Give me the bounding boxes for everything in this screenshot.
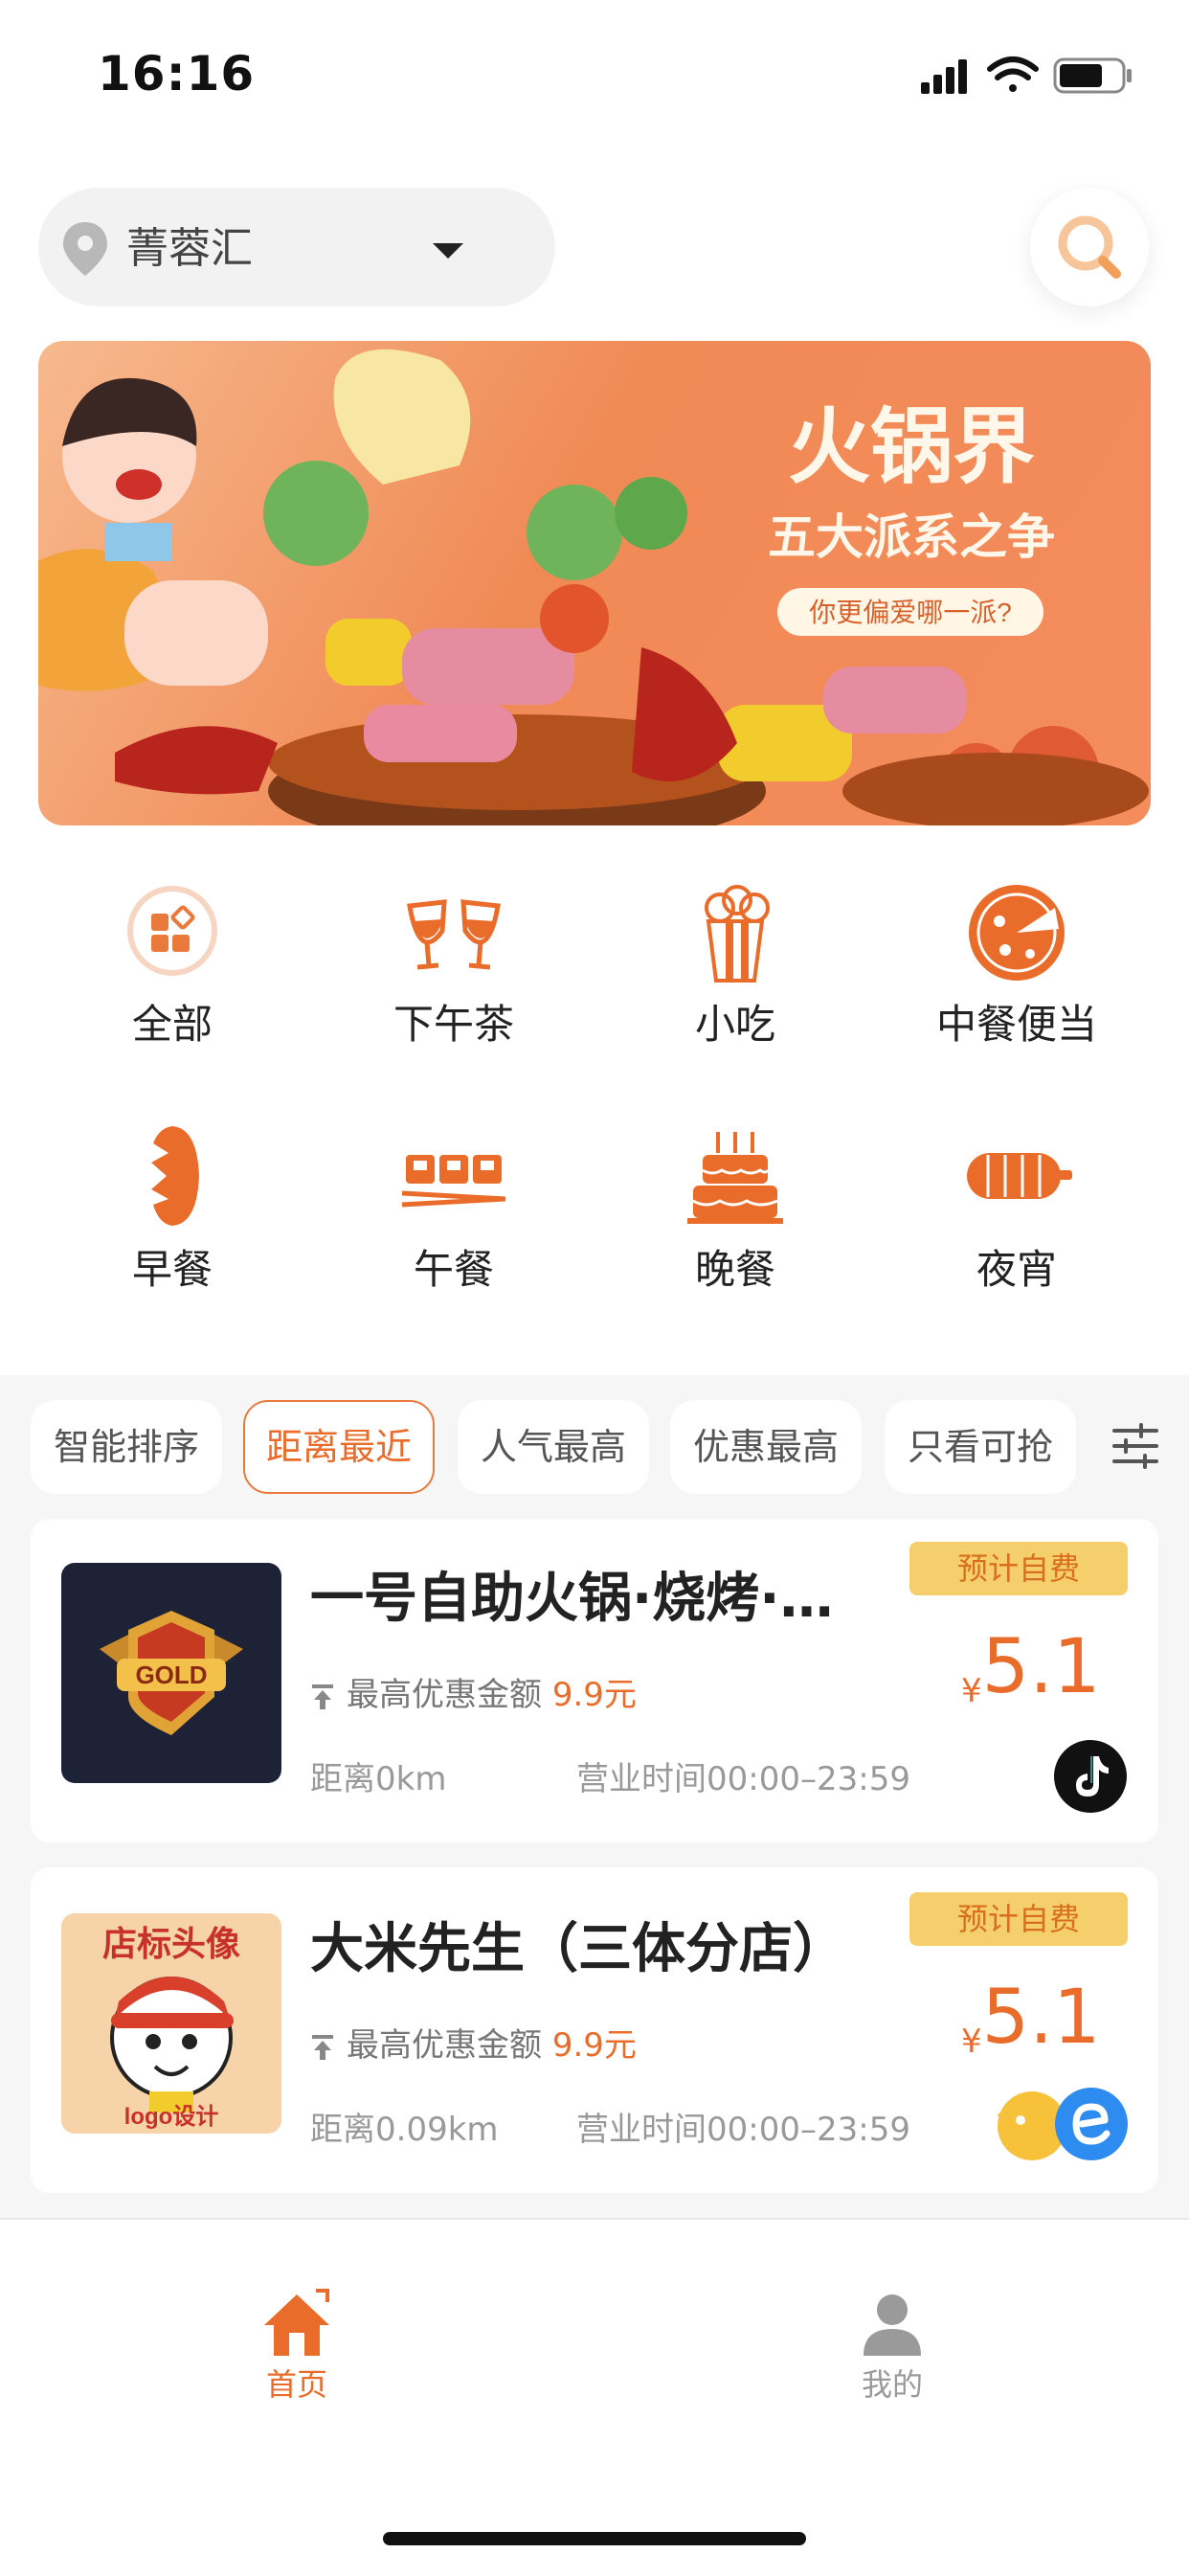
sort-chip-available[interactable]: 只看可抢 — [885, 1400, 1076, 1494]
sushi-icon — [401, 1155, 506, 1208]
category-label: 下午茶 — [393, 1001, 514, 1048]
thumb-bottom-text: logo设计 — [124, 2104, 219, 2130]
discount-value: 9.9 — [551, 1676, 604, 1714]
estimated-cost-badge: 预计自费 — [909, 1892, 1128, 1946]
wine-glasses-icon — [407, 899, 501, 970]
status-time: 16:16 — [98, 46, 256, 102]
cartoon-logo: 店标头像 logo设计 — [102, 1924, 240, 2130]
discount-label: 最高优惠金额 — [347, 2026, 542, 2065]
eleme-icon[interactable] — [1053, 2086, 1130, 2162]
category-label: 早餐 — [131, 1246, 213, 1293]
category-label: 全部 — [131, 1001, 213, 1048]
store-distance: 距离0km — [310, 1760, 447, 1798]
home-icon — [264, 2289, 329, 2356]
status-icons — [921, 56, 1132, 94]
location-pin-icon — [63, 222, 107, 276]
promo-banner[interactable]: 火锅界 五大派系之争 你更偏爱哪一派? — [38, 341, 1151, 825]
skewer-icon — [967, 1153, 1072, 1199]
store-name: 一号自助火锅·烧烤·… — [310, 1568, 834, 1630]
estimated-cost-badge: 预计自费 — [909, 1542, 1128, 1595]
home-indicator — [383, 2532, 806, 2545]
hotpot-illustration: 火锅界 五大派系之争 你更偏爱哪一派? — [38, 349, 1149, 825]
tab-label: 我的 — [861, 2366, 923, 2403]
currency-symbol: ¥ — [961, 2022, 982, 2061]
signal-icon — [921, 59, 967, 94]
sort-chip-discount[interactable]: 优惠最高 — [670, 1400, 862, 1494]
thumb-gold-text: GOLD — [135, 1661, 207, 1689]
category-afternoon-tea[interactable]: 下午茶 — [339, 873, 569, 1051]
store-thumbnail: GOLD — [61, 1563, 281, 1783]
category-label: 晚餐 — [694, 1246, 775, 1293]
location-name: 菁蓉汇 — [126, 224, 253, 273]
discount-unit: 元 — [603, 1676, 637, 1714]
store-name: 大米先生（三体分店） — [310, 1918, 846, 1980]
category-label: 午餐 — [413, 1246, 494, 1293]
banner-tagline: 你更偏爱哪一派? — [809, 598, 1012, 627]
category-lunch[interactable]: 午餐 — [339, 1119, 569, 1297]
store-price: ¥5.1 — [961, 1624, 1101, 1710]
all-icon — [127, 886, 217, 976]
category-chinese-bento[interactable]: 中餐便当 — [902, 873, 1132, 1051]
battery-icon — [1053, 57, 1132, 94]
tab-label: 首页 — [265, 2366, 327, 2403]
store-hours: 营业时间00:00–23:59 — [576, 1760, 910, 1798]
tab-me[interactable]: 我的 — [796, 2289, 988, 2406]
price-value: 5.1 — [981, 1624, 1101, 1710]
bottom-tab-bar — [0, 2218, 1189, 2576]
location-selector[interactable] — [38, 188, 555, 306]
wifi-icon — [987, 56, 1039, 92]
store-thumbnail: 店标头像 logo设计 — [61, 1913, 281, 2134]
thumb-top-text: 店标头像 — [102, 1924, 240, 1963]
category-breakfast[interactable]: 早餐 — [57, 1119, 287, 1297]
popcorn-icon — [705, 885, 770, 983]
tiktok-icon[interactable] — [1053, 1739, 1128, 1814]
max-discount: 最高优惠金额 9.9元 — [310, 1672, 637, 1718]
banner-subtitle: 五大派系之争 — [768, 510, 1055, 564]
category-label: 夜宵 — [976, 1246, 1057, 1293]
price-value: 5.1 — [981, 1975, 1101, 2061]
cake-icon — [687, 1132, 783, 1224]
max-discount: 最高优惠金额 9.9元 — [310, 2022, 637, 2068]
filter-settings-icon[interactable] — [1110, 1421, 1160, 1471]
caret-down-icon — [433, 243, 463, 259]
category-label: 小吃 — [694, 1001, 775, 1048]
discount-unit: 元 — [603, 2026, 637, 2065]
banner-title: 火锅界 — [788, 401, 1035, 493]
search-button[interactable] — [1030, 188, 1149, 306]
store-distance: 距离0.09km — [310, 2111, 499, 2149]
discount-label: 最高优惠金额 — [347, 1676, 542, 1714]
up-arrow-icon — [312, 1683, 333, 1709]
store-hours: 营业时间00:00–23:59 — [576, 2111, 910, 2149]
category-dinner[interactable]: 晚餐 — [620, 1119, 850, 1297]
sort-chip-popular[interactable]: 人气最高 — [458, 1400, 649, 1494]
search-icon — [1058, 215, 1121, 279]
pizza-icon — [969, 885, 1065, 981]
user-icon — [864, 2294, 921, 2356]
sort-chip-smart[interactable]: 智能排序 — [31, 1400, 222, 1494]
sort-chip-nearest[interactable]: 距离最近 — [243, 1400, 435, 1494]
tab-home[interactable]: 首页 — [201, 2289, 393, 2406]
gold-badge-logo: GOLD — [100, 1611, 243, 1735]
up-arrow-icon — [312, 2034, 333, 2060]
category-snacks[interactable]: 小吃 — [620, 873, 850, 1051]
bread-icon — [151, 1126, 199, 1226]
currency-symbol: ¥ — [961, 1672, 982, 1710]
category-label: 中餐便当 — [935, 1001, 1097, 1048]
category-all[interactable]: 全部 — [57, 873, 287, 1051]
store-price: ¥5.1 — [961, 1975, 1101, 2061]
category-late-night[interactable]: 夜宵 — [902, 1119, 1132, 1297]
discount-value: 9.9 — [551, 2026, 604, 2065]
